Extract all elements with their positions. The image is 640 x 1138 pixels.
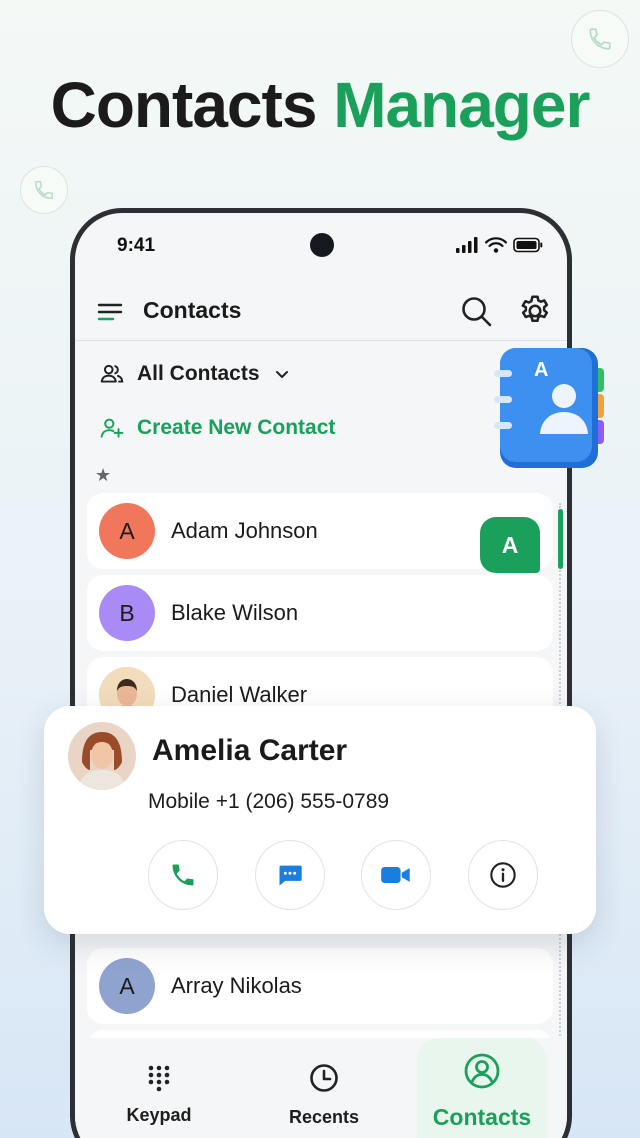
- menu-icon[interactable]: [95, 297, 125, 327]
- chevron-down-icon: [275, 371, 288, 378]
- headline-part2: Manager: [333, 69, 590, 141]
- create-new-contact-button[interactable]: Create New Contact: [99, 415, 335, 441]
- contact-circle-icon: [464, 1053, 500, 1089]
- call-icon: [172, 864, 194, 886]
- nav-recents[interactable]: Recents: [279, 1062, 369, 1128]
- filter-label: All Contacts: [137, 362, 260, 385]
- avatar-initial: A: [119, 517, 135, 544]
- signal-icon: [456, 237, 478, 253]
- nav-contacts-label: Contacts: [432, 1104, 532, 1130]
- phone-icon: [35, 181, 53, 199]
- address-book-icon: A: [494, 348, 604, 468]
- contact-name: Array Nikolas: [171, 973, 302, 998]
- keypad-icon: [148, 1065, 170, 1092]
- scroll-index-bubble: A: [480, 517, 540, 573]
- nav-contacts[interactable]: Contacts: [417, 1052, 547, 1131]
- add-person-icon: [100, 418, 124, 438]
- status-icons: [455, 237, 543, 253]
- message-icon: [279, 865, 302, 886]
- gear-icon[interactable]: [517, 293, 553, 329]
- contact-name: Adam Johnson: [171, 518, 318, 543]
- contact-phone[interactable]: Mobile +1 (206) 555-0789: [148, 790, 389, 814]
- decorative-phone-circle-top: [571, 10, 629, 68]
- contact-photo: [68, 722, 136, 790]
- message-button[interactable]: [254, 840, 325, 910]
- favorites-star-icon: ★: [95, 465, 112, 485]
- info-button[interactable]: [467, 840, 538, 910]
- clock-icon: [310, 1064, 338, 1092]
- contact-name: Amelia Carter: [152, 734, 348, 767]
- call-button[interactable]: [148, 840, 218, 910]
- phone-icon: [589, 28, 611, 50]
- people-icon: [100, 364, 124, 383]
- fast-scroll-thumb[interactable]: [558, 509, 563, 569]
- contact-actions: [148, 840, 538, 910]
- address-book-letter: A: [534, 359, 548, 381]
- wifi-icon: [485, 237, 507, 253]
- contact-name: Daniel Walker: [171, 682, 308, 707]
- avatar-initial: A: [119, 972, 135, 999]
- headline-part1: Contacts: [50, 69, 318, 141]
- nav-keypad[interactable]: Keypad: [119, 1062, 199, 1126]
- contact-name: Blake Wilson: [171, 600, 299, 625]
- app-bar: Contacts: [75, 283, 567, 341]
- page-title: Contacts: [143, 297, 242, 323]
- video-icon: [381, 867, 411, 883]
- create-contact-label: Create New Contact: [137, 416, 336, 439]
- avatar: A: [99, 503, 155, 559]
- search-icon[interactable]: [458, 293, 494, 329]
- woman-portrait-icon: [68, 722, 136, 790]
- avatar: B: [99, 585, 155, 641]
- headline: Contacts Manager: [0, 68, 640, 142]
- nav-keypad-label: Keypad: [126, 1105, 192, 1125]
- contact-detail-card: Amelia Carter Mobile +1 (206) 555-0789: [44, 706, 596, 934]
- video-call-button[interactable]: [361, 840, 432, 910]
- decorative-phone-circle-left: [20, 166, 68, 214]
- avatar: A: [99, 958, 155, 1014]
- info-icon: [490, 862, 516, 888]
- avatar-initial: B: [119, 599, 135, 626]
- battery-icon: [513, 237, 543, 253]
- contact-row-array-nikolas[interactable]: A Array Nikolas: [87, 948, 553, 1024]
- contacts-filter-dropdown[interactable]: All Contacts: [99, 361, 292, 387]
- nav-recents-label: Recents: [288, 1107, 360, 1127]
- front-camera: [310, 233, 334, 257]
- status-time: 9:41: [117, 235, 156, 256]
- bottom-navigation: Keypad Recents Contacts: [75, 1038, 567, 1138]
- status-bar: 9:41: [75, 213, 567, 273]
- contact-row-blake-wilson[interactable]: B Blake Wilson: [87, 575, 553, 651]
